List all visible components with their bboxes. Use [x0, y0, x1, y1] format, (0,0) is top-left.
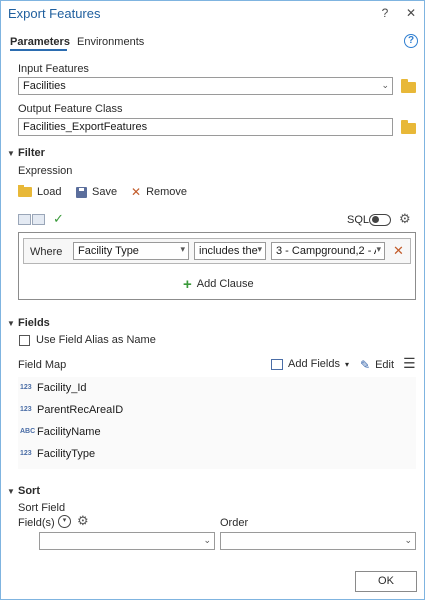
edit-button[interactable]: ✎ Edit: [360, 358, 394, 372]
number-type-icon: 123: [20, 450, 32, 457]
load-button[interactable]: Load: [18, 185, 62, 198]
output-feature-class-label: Output Feature Class: [18, 103, 123, 115]
input-features-label: Input Features: [18, 63, 89, 75]
fields-label: Field(s): [18, 517, 55, 529]
validate-check-icon[interactable]: ✓: [53, 211, 64, 227]
number-type-icon: 123: [20, 384, 32, 391]
clause-field-value: Facility Type: [78, 245, 139, 257]
add-fields-icon: [271, 358, 283, 370]
output-feature-class-field[interactable]: Facilities_ExportFeatures: [18, 118, 393, 136]
use-alias-label: Use Field Alias as Name: [36, 334, 156, 346]
clause-operator-dropdown[interactable]: includes the ▾: [194, 242, 266, 260]
load-label: Load: [37, 186, 62, 198]
add-clause-label: Add Clause: [196, 278, 254, 290]
remove-x-icon: ✕: [131, 185, 142, 199]
menu-icon[interactable]: ☰: [403, 356, 416, 370]
sql-mode-icon[interactable]: [32, 214, 45, 225]
close-button[interactable]: ✕: [404, 6, 418, 20]
chevron-down-icon: ▾: [344, 359, 349, 369]
sort-field-dropdown[interactable]: ⌄: [39, 532, 215, 550]
clause-field-dropdown[interactable]: Facility Type ▾: [73, 242, 189, 260]
tab-parameters[interactable]: Parameters: [10, 36, 70, 48]
order-label: Order: [220, 517, 249, 529]
gear-icon[interactable]: ⚙: [399, 211, 411, 227]
add-clause-button[interactable]: + Add Clause: [183, 275, 254, 293]
chevron-down-icon: ⌄: [381, 80, 389, 90]
chevron-circle-down-icon[interactable]: ▾: [58, 515, 71, 528]
pencil-icon: ✎: [360, 358, 371, 372]
number-type-icon: 123: [20, 406, 32, 413]
clause-operator-value: includes the: [199, 245, 258, 257]
clause-values-dropdown[interactable]: 3 - Campground,2 - A ▾: [271, 242, 385, 260]
plus-icon: +: [183, 275, 192, 293]
sql-toggle[interactable]: [369, 214, 391, 226]
fields-section-title: Fields: [18, 317, 50, 329]
add-fields-label: Add Fields: [288, 358, 340, 370]
clause-mode-icon[interactable]: [18, 214, 31, 225]
active-tab-indicator: [10, 49, 67, 51]
save-button[interactable]: Save: [76, 186, 117, 198]
remove-label: Remove: [146, 186, 188, 198]
sort-field-label: Sort Field: [18, 502, 66, 514]
window-title: Export Features: [8, 6, 101, 21]
help-button[interactable]: ?: [378, 6, 392, 20]
collapse-chevron-icon[interactable]: ▼: [7, 319, 15, 328]
browse-folder-icon[interactable]: [401, 120, 416, 134]
folder-icon: [18, 185, 32, 197]
collapse-chevron-icon[interactable]: ▼: [7, 487, 15, 496]
sql-label: SQL: [347, 214, 370, 226]
edit-label: Edit: [375, 359, 395, 371]
field-map-item[interactable]: FacilityType: [37, 448, 95, 460]
filter-section-title: Filter: [18, 147, 45, 159]
tab-environments[interactable]: Environments: [77, 36, 144, 48]
sort-order-dropdown[interactable]: ⌄: [220, 532, 416, 550]
expression-label: Expression: [18, 165, 73, 177]
field-map-item[interactable]: Facility_Id: [37, 382, 87, 394]
field-map-item[interactable]: ParentRecAreaID: [37, 404, 123, 416]
export-features-window: Export Features ? ✕ Parameters Environme…: [0, 0, 425, 600]
sort-section-title: Sort: [18, 485, 40, 497]
input-features-dropdown[interactable]: Facilities ⌄: [18, 77, 393, 95]
clause-values-value: 3 - Campground,2 - A: [276, 245, 382, 257]
text-type-icon: ABC: [20, 428, 36, 435]
add-fields-button[interactable]: Add Fields ▾: [271, 358, 349, 370]
ok-button[interactable]: OK: [355, 571, 417, 592]
where-label: Where: [30, 246, 63, 258]
browse-folder-icon[interactable]: [401, 79, 416, 93]
save-label: Save: [92, 186, 118, 198]
field-map-item[interactable]: FacilityName: [37, 426, 101, 438]
output-feature-class-value: Facilities_ExportFeatures: [23, 121, 148, 133]
gear-icon[interactable]: ⚙: [77, 513, 89, 529]
chevron-down-icon: ⌄: [203, 535, 211, 545]
field-map-label: Field Map: [18, 359, 67, 371]
save-icon: [76, 186, 87, 198]
remove-button[interactable]: ✕ Remove: [131, 185, 187, 199]
use-alias-checkbox[interactable]: [19, 335, 30, 346]
collapse-chevron-icon[interactable]: ▼: [7, 149, 15, 158]
input-features-value: Facilities: [23, 80, 66, 92]
dropdown-arrow-icon: ▾: [257, 244, 262, 254]
chevron-down-icon: ⌄: [404, 535, 412, 545]
dropdown-arrow-icon: ▾: [376, 243, 381, 256]
tool-help-icon[interactable]: ?: [404, 34, 418, 48]
remove-clause-icon[interactable]: ✕: [393, 243, 404, 259]
dropdown-arrow-icon: ▾: [180, 244, 185, 254]
